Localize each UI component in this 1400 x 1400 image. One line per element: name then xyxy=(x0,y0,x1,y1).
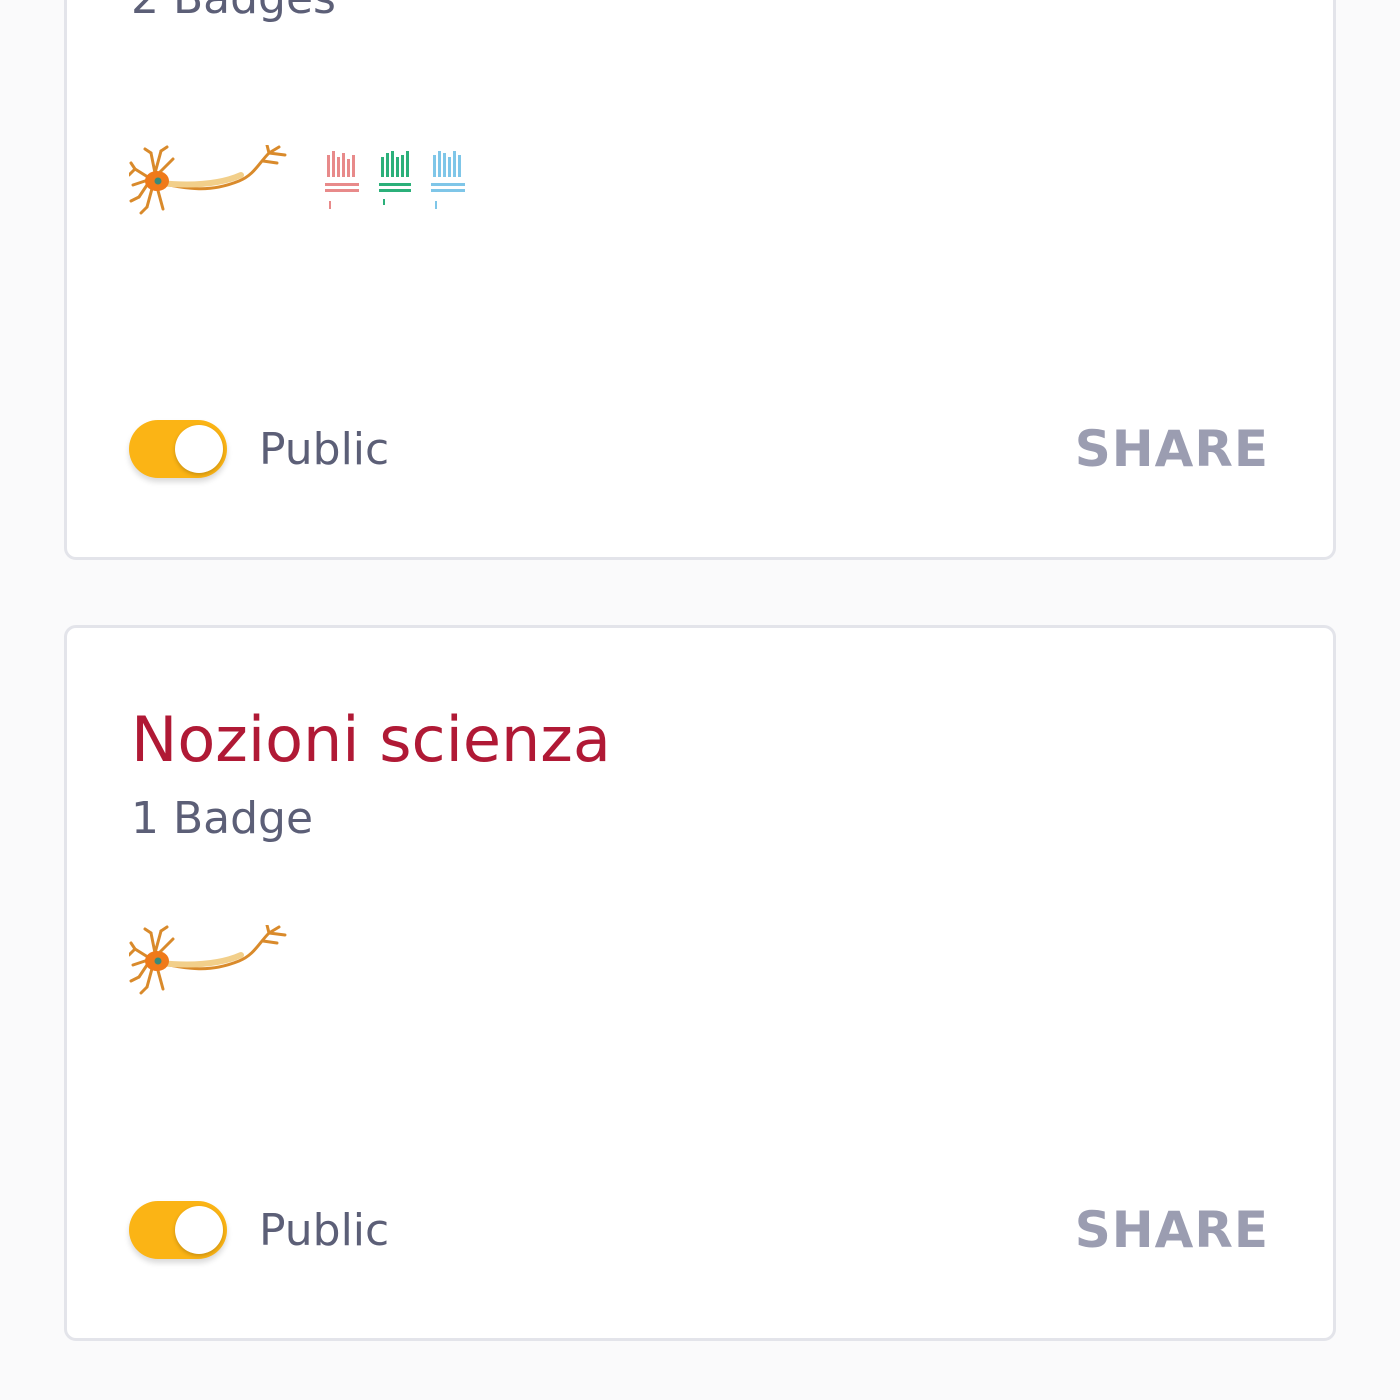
neuron-badge-image[interactable] xyxy=(129,145,287,217)
toggle-knob xyxy=(175,1206,223,1254)
membrane-proteins-badge-image[interactable] xyxy=(323,149,469,213)
collection-card[interactable]: 2 Badges xyxy=(64,0,1336,560)
badge-count: 1 Badge xyxy=(131,793,314,844)
badge-count: 2 Badges xyxy=(131,0,336,24)
badge-list xyxy=(129,925,287,997)
collection-card[interactable]: Nozioni scienza 1 Badge Public SHARE xyxy=(64,625,1336,1341)
card-footer: Public SHARE xyxy=(129,414,1269,484)
badge-list xyxy=(129,145,469,217)
public-toggle[interactable] xyxy=(129,1201,227,1259)
neuron-badge-image[interactable] xyxy=(129,925,287,997)
share-button[interactable]: SHARE xyxy=(1075,420,1269,478)
share-button[interactable]: SHARE xyxy=(1075,1201,1269,1259)
card-footer: Public SHARE xyxy=(129,1195,1269,1265)
public-toggle[interactable] xyxy=(129,420,227,478)
visibility-control: Public xyxy=(129,1201,389,1259)
public-label: Public xyxy=(259,423,390,475)
toggle-knob xyxy=(175,425,223,473)
collection-title[interactable]: Nozioni scienza xyxy=(131,703,611,776)
badge-collections-page: 2 Badges xyxy=(0,0,1400,1400)
visibility-control: Public xyxy=(129,420,389,478)
public-label: Public xyxy=(259,1204,390,1256)
